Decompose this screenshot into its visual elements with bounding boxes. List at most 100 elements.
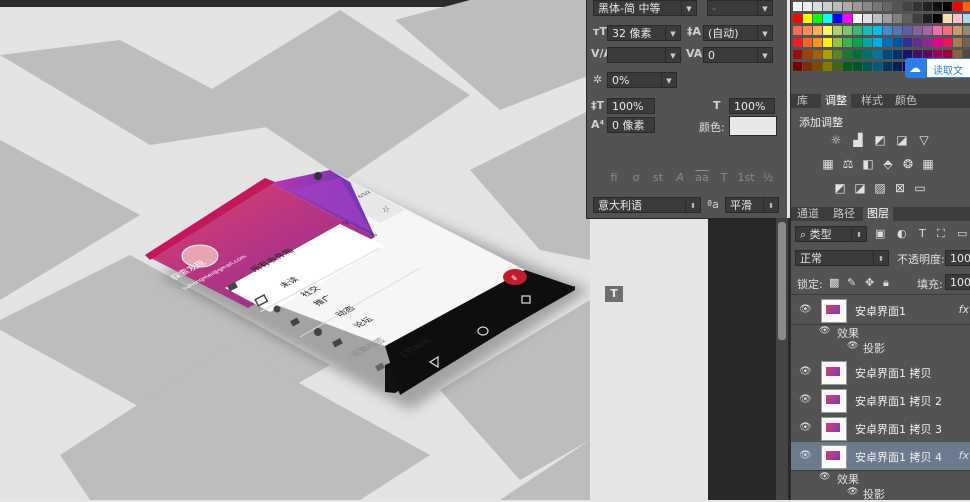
triangle-icon[interactable]: ▽: [917, 134, 931, 146]
vertical-shift-field[interactable]: 0% ▼: [607, 72, 677, 88]
color-swatch[interactable]: [873, 14, 882, 23]
fractions-button[interactable]: ½: [759, 170, 777, 186]
color-swatch[interactable]: [893, 2, 902, 11]
shadow-effect-row[interactable]: 👁︎ 投影: [791, 486, 970, 501]
color-swatch[interactable]: [913, 38, 922, 47]
color-swatch[interactable]: [823, 14, 832, 23]
ligatures-button[interactable]: fi: [605, 170, 623, 186]
tab-styles[interactable]: 样式: [857, 94, 887, 108]
adjustment-filter-icon[interactable]: ◐: [897, 227, 907, 240]
color-swatch[interactable]: [843, 26, 852, 35]
pixel-filter-icon[interactable]: ▣: [875, 227, 885, 240]
color-swatch[interactable]: [913, 2, 922, 11]
color-swatch[interactable]: [943, 26, 952, 35]
color-swatch[interactable]: [913, 26, 922, 35]
color-swatch[interactable]: [863, 14, 872, 23]
tab-layers[interactable]: 图层: [863, 207, 893, 221]
photo-filter-icon[interactable]: ⬘: [881, 158, 895, 170]
color-swatch[interactable]: [843, 62, 852, 71]
eye-icon[interactable]: 👁︎: [819, 472, 830, 482]
color-swatch[interactable]: [863, 50, 872, 59]
color-swatch[interactable]: [933, 2, 942, 11]
font-style-select[interactable]: - ▼: [707, 0, 773, 16]
selective-color-icon[interactable]: ⊠: [893, 182, 907, 194]
tab-adjustments[interactable]: 调整: [821, 94, 851, 108]
color-swatch[interactable]: [823, 62, 832, 71]
color-swatch[interactable]: [943, 38, 952, 47]
vertical-scale-field[interactable]: 100%: [607, 98, 655, 114]
color-swatch[interactable]: [873, 38, 882, 47]
color-swatch[interactable]: [883, 50, 892, 59]
color-swatch[interactable]: [853, 38, 862, 47]
color-swatch[interactable]: [793, 26, 802, 35]
layer-row[interactable]: 👁︎ 安卓界面1 拷贝 3: [791, 414, 970, 443]
color-swatch[interactable]: [873, 50, 882, 59]
color-swatch[interactable]: [843, 38, 852, 47]
fx-icon[interactable]: fx: [959, 303, 969, 316]
threshold-icon[interactable]: ▨: [873, 182, 887, 194]
color-swatch[interactable]: [963, 38, 970, 47]
ornaments-button[interactable]: T: [715, 170, 733, 186]
color-swatch[interactable]: [823, 2, 832, 11]
color-swatch[interactable]: [813, 26, 822, 35]
brightness-icon[interactable]: ☼: [829, 134, 843, 146]
eye-icon[interactable]: 👁︎: [799, 394, 812, 405]
invert-icon[interactable]: ◩: [833, 182, 847, 194]
color-swatch[interactable]: [883, 14, 892, 23]
anti-alias-select[interactable]: 平滑 ⬍: [725, 197, 779, 213]
color-swatch[interactable]: [963, 2, 970, 11]
phone-mockup[interactable]: 所有收件箱 未读 社交 推广 动态 论坛 近期标签 工作邮件 探索发现 liuh…: [0, 0, 590, 500]
stylistic-alternates-button[interactable]: st: [649, 170, 667, 186]
color-swatch[interactable]: [913, 14, 922, 23]
color-swatch[interactable]: [963, 26, 970, 35]
color-swatch[interactable]: [963, 14, 970, 23]
color-swatch[interactable]: [853, 26, 862, 35]
small-caps-button[interactable]: Tt: [671, 286, 689, 302]
effects-row[interactable]: 👁︎ 效果: [791, 325, 970, 340]
color-swatch[interactable]: [873, 26, 882, 35]
color-swatch[interactable]: [813, 50, 822, 59]
color-swatch[interactable]: [833, 62, 842, 71]
channel-mixer-icon[interactable]: ❂: [901, 158, 915, 170]
color-swatch[interactable]: [823, 26, 832, 35]
layer-row-selected[interactable]: 👁︎ 安卓界面1 拷贝 4 fx: [791, 442, 970, 471]
text-color-swatch[interactable]: [729, 116, 777, 136]
swash-button[interactable]: A: [671, 170, 689, 186]
color-swatch[interactable]: [833, 2, 842, 11]
layer-row[interactable]: 👁︎ 安卓界面1 拷贝 2: [791, 386, 970, 415]
color-swatch[interactable]: [813, 14, 822, 23]
tab-paths[interactable]: 路径: [829, 207, 859, 221]
color-swatch[interactable]: [903, 14, 912, 23]
color-swatch[interactable]: [943, 14, 952, 23]
color-swatch[interactable]: [903, 26, 912, 35]
color-swatch[interactable]: [873, 62, 882, 71]
levels-icon[interactable]: ▟: [851, 134, 865, 146]
posterize-icon[interactable]: ◪: [853, 182, 867, 194]
color-swatch[interactable]: [883, 38, 892, 47]
color-swatch[interactable]: [883, 62, 892, 71]
color-swatch[interactable]: [813, 2, 822, 11]
color-swatch[interactable]: [943, 2, 952, 11]
faux-bold-button[interactable]: T: [605, 286, 623, 302]
all-caps-button[interactable]: TT: [649, 286, 667, 302]
hue-icon[interactable]: ▦: [821, 158, 835, 170]
color-swatch[interactable]: [923, 38, 932, 47]
color-swatch[interactable]: [803, 38, 812, 47]
color-swatch[interactable]: [843, 50, 852, 59]
opacity-field[interactable]: 100%: [945, 250, 970, 266]
color-lookup-icon[interactable]: ▦: [921, 158, 935, 170]
balance-icon[interactable]: ⚖: [841, 158, 855, 170]
baidu-popup[interactable]: ☁ 读取文: [905, 58, 970, 78]
color-swatch[interactable]: [843, 2, 852, 11]
fill-field[interactable]: 100%: [945, 274, 970, 290]
color-swatch[interactable]: [953, 14, 962, 23]
color-swatch[interactable]: [953, 26, 962, 35]
color-swatch[interactable]: [843, 14, 852, 23]
tracking-field[interactable]: 0 ▼: [703, 47, 773, 63]
curves-icon[interactable]: ◩: [873, 134, 887, 146]
effects-row[interactable]: 👁︎ 效果: [791, 471, 970, 486]
color-swatch[interactable]: [793, 2, 802, 11]
color-swatch[interactable]: [933, 14, 942, 23]
layer-filter-select[interactable]: ⌕ 类型 ⬍: [795, 226, 867, 242]
eye-icon[interactable]: 👁︎: [799, 304, 812, 315]
